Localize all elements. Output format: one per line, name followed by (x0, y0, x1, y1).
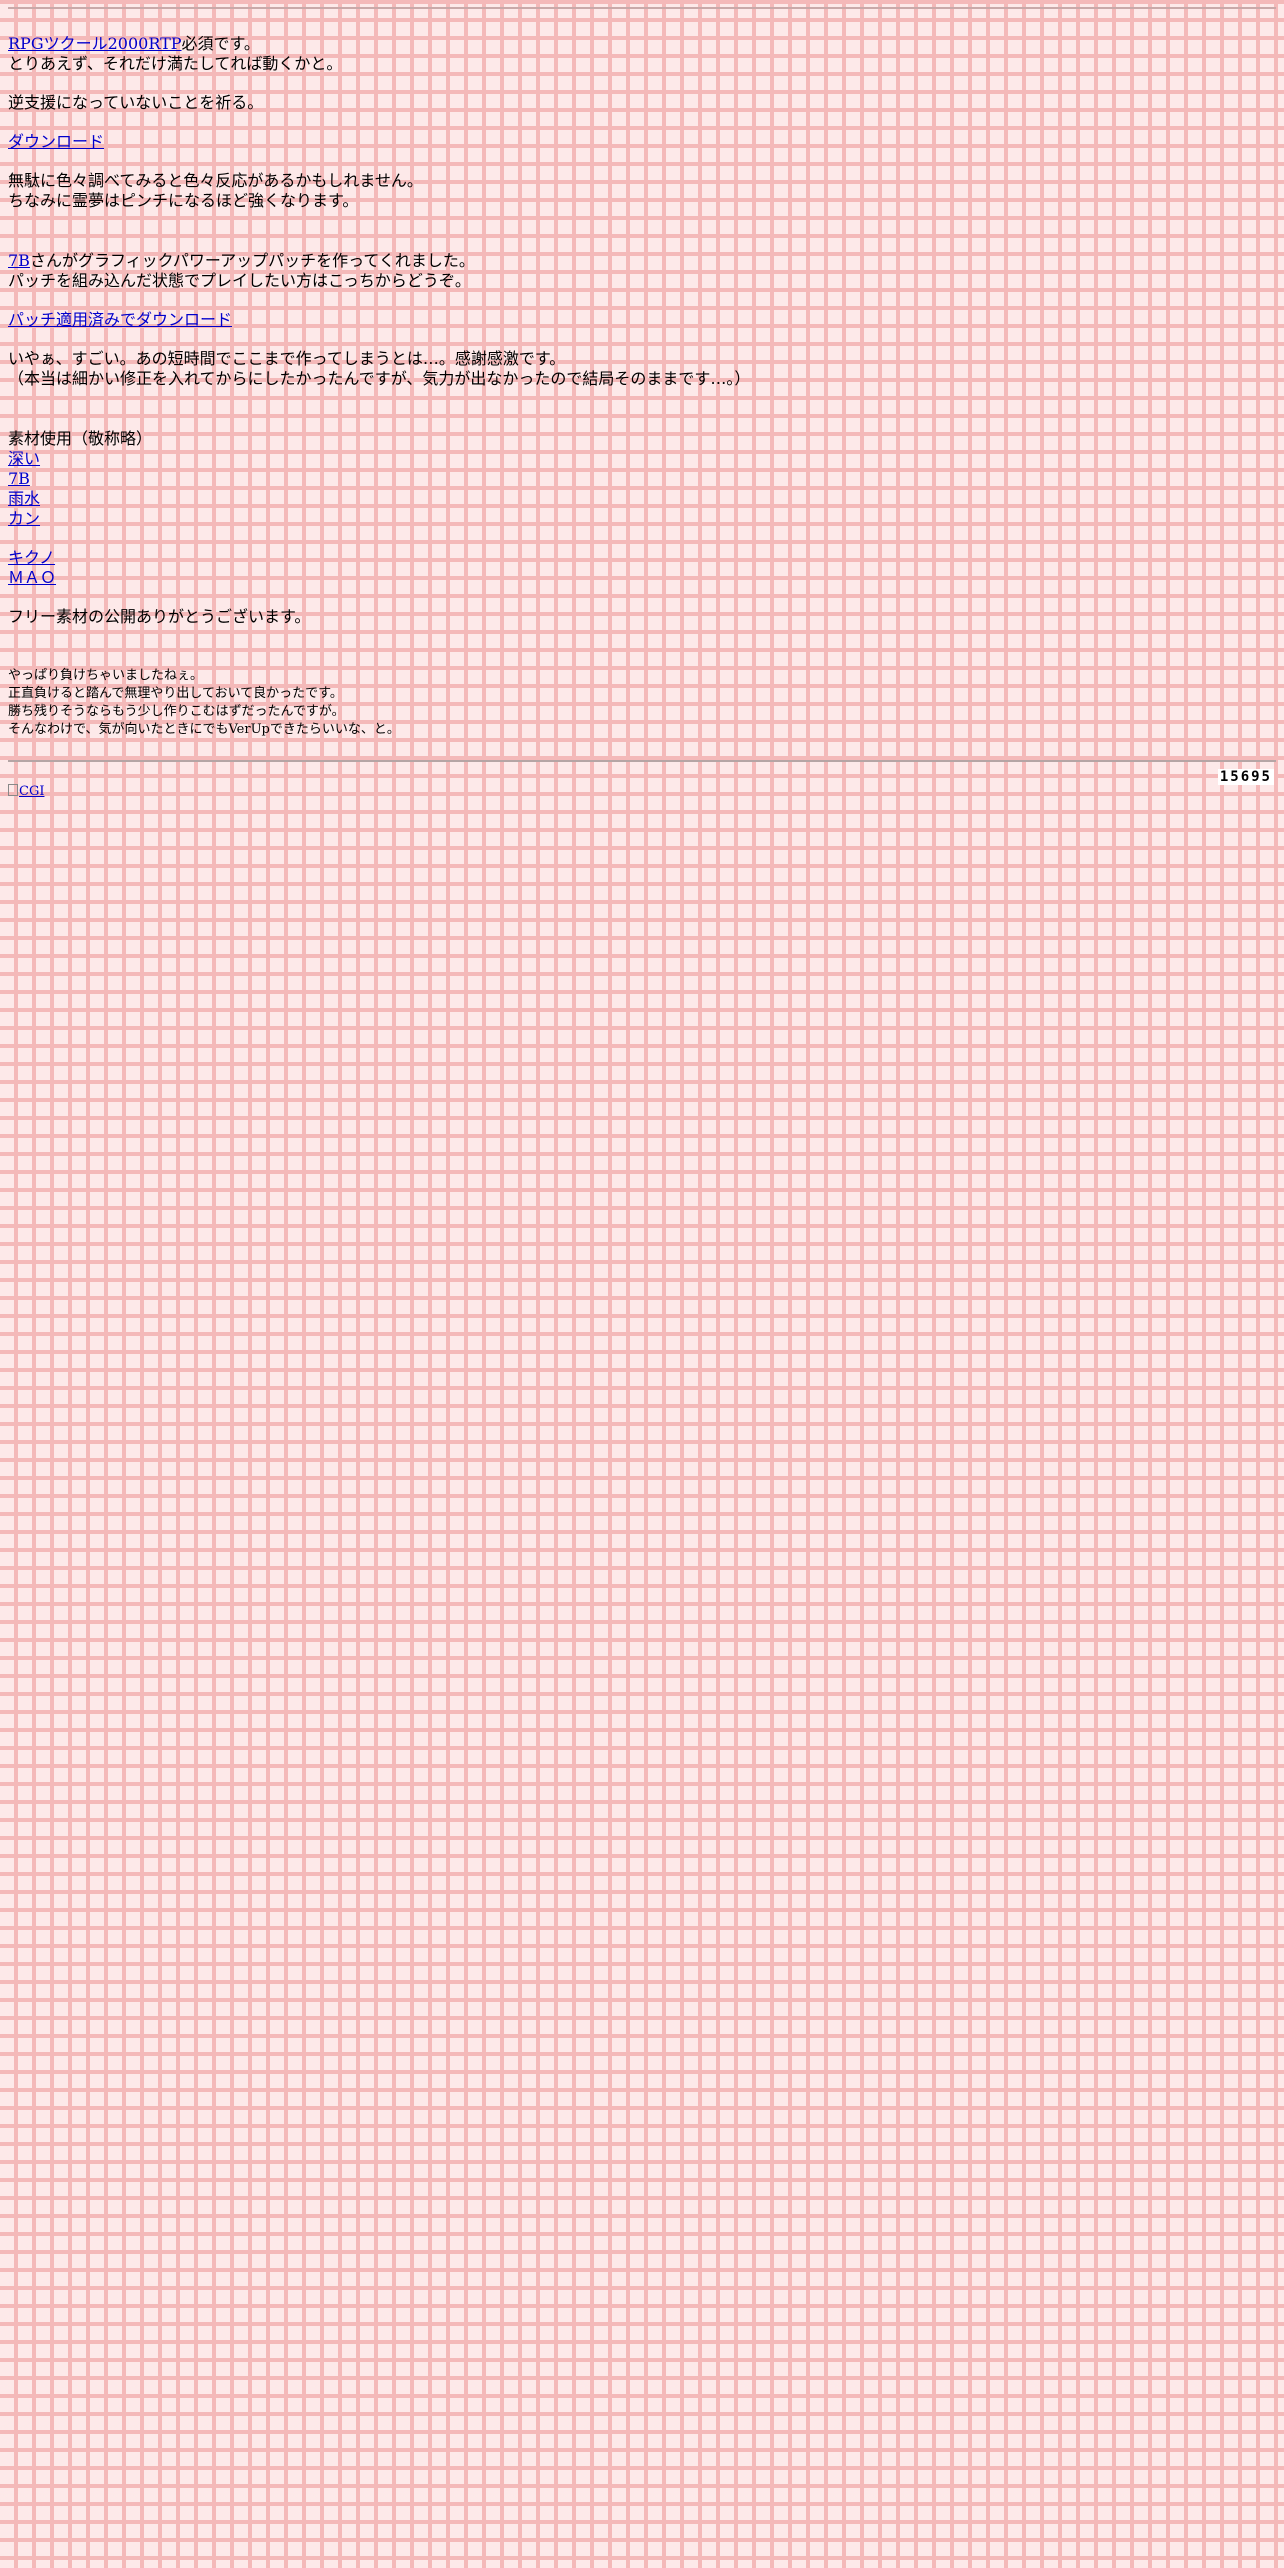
intro-block: RPGツクール2000RTP必須です。 とりあえず、それだけ満たしてれば動くかと… (8, 34, 1268, 74)
patch-download-link[interactable]: パッチ適用済みでダウンロード (8, 310, 232, 329)
credit-link-kikuno[interactable]: キクノ (8, 548, 1268, 568)
patch-download-block: パッチ適用済みでダウンロード (8, 310, 1268, 330)
credit-link-kan[interactable]: カン (8, 509, 1268, 529)
broken-image-icon (8, 784, 18, 796)
rtp-link[interactable]: RPGツクール2000RTP (8, 34, 182, 53)
thanks-line-2: （本当は細かい修正を入れてからにしたかったんですが、気力が出なかったので結局その… (8, 369, 751, 388)
credits-block-2: キクノ ＭＡＯ (8, 548, 1268, 588)
credit-link-usui[interactable]: 雨水 (8, 489, 1268, 509)
thanks-block: いやぁ、すごい。あの短時間でここまで作ってしまうとは…。感謝感激です。 （本当は… (8, 349, 1268, 389)
cgi-link[interactable]: CGI (8, 784, 44, 799)
afterword-line-4: そんなわけで、気が向いたときにでもVerUpできたらいいな、と。 (8, 722, 400, 737)
patch-line-2: パッチを組み込んだ状態でプレイしたい方はこっちからどうぞ。 (8, 271, 471, 290)
access-counter: 15695 (1217, 769, 1274, 785)
main-content: RPGツクール2000RTP必須です。 とりあえず、それだけ満たしてれば動くかと… (8, 34, 1268, 758)
hint-block: 無駄に色々調べてみると色々反応があるかもしれません。 ちなみに霊夢はピンチになる… (8, 171, 1268, 211)
intro-line-1: RPGツクール2000RTP必須です。 (8, 34, 1268, 54)
credit-link-7b[interactable]: 7B (8, 469, 1268, 489)
afterword-line-2: 正直負けると踏んで無理やり出しておいて良かったです。 (8, 686, 343, 701)
thanks-line-1: いやぁ、すごい。あの短時間でここまで作ってしまうとは…。感謝感激です。 (8, 349, 566, 368)
patch-line-1-suffix: さんがグラフィックパワーアップパッチを作ってくれました。 (29, 251, 475, 270)
credit-link-mao[interactable]: ＭＡＯ (8, 568, 1268, 588)
top-horizontal-rule (8, 7, 1276, 9)
bottom-horizontal-rule (8, 760, 1276, 762)
patch-line-1: 7Bさんがグラフィックパワーアップパッチを作ってくれました。 (8, 251, 1268, 271)
credits-heading: 素材使用（敬称略） (8, 429, 153, 448)
cgi-link-label: CGI (19, 784, 45, 799)
rtp-suffix: 必須です。 (181, 34, 260, 53)
afterword-line-3: 勝ち残りそうならもう少し作りこむはずだったんですが。 (8, 704, 345, 719)
intro-line-2: とりあえず、それだけ満たしてれば動くかと。 (8, 54, 343, 73)
afterword-block: やっぱり負けちゃいましたねぇ。 正直負けると踏んで無理やり出しておいて良かったで… (8, 667, 1268, 739)
pray-note: 逆支援になっていないことを祈る。 (8, 93, 264, 112)
patch-block: 7Bさんがグラフィックパワーアップパッチを作ってくれました。 パッチを組み込んだ… (8, 251, 1268, 291)
download-link[interactable]: ダウンロード (8, 132, 104, 151)
patch-author-link[interactable]: 7B (8, 251, 30, 270)
afterword-line-1: やっぱり負けちゃいましたねぇ。 (8, 668, 204, 683)
credit-link-fukai[interactable]: 深い (8, 449, 1268, 469)
hint-line-2: ちなみに霊夢はピンチになるほど強くなります。 (8, 191, 359, 210)
credits-closing: フリー素材の公開ありがとうございます。 (8, 607, 311, 626)
hint-line-1: 無駄に色々調べてみると色々反応があるかもしれません。 (8, 171, 423, 190)
download-block: ダウンロード (8, 132, 1268, 152)
credits-block-1: 素材使用（敬称略） 深い 7B 雨水 カン (8, 429, 1268, 529)
